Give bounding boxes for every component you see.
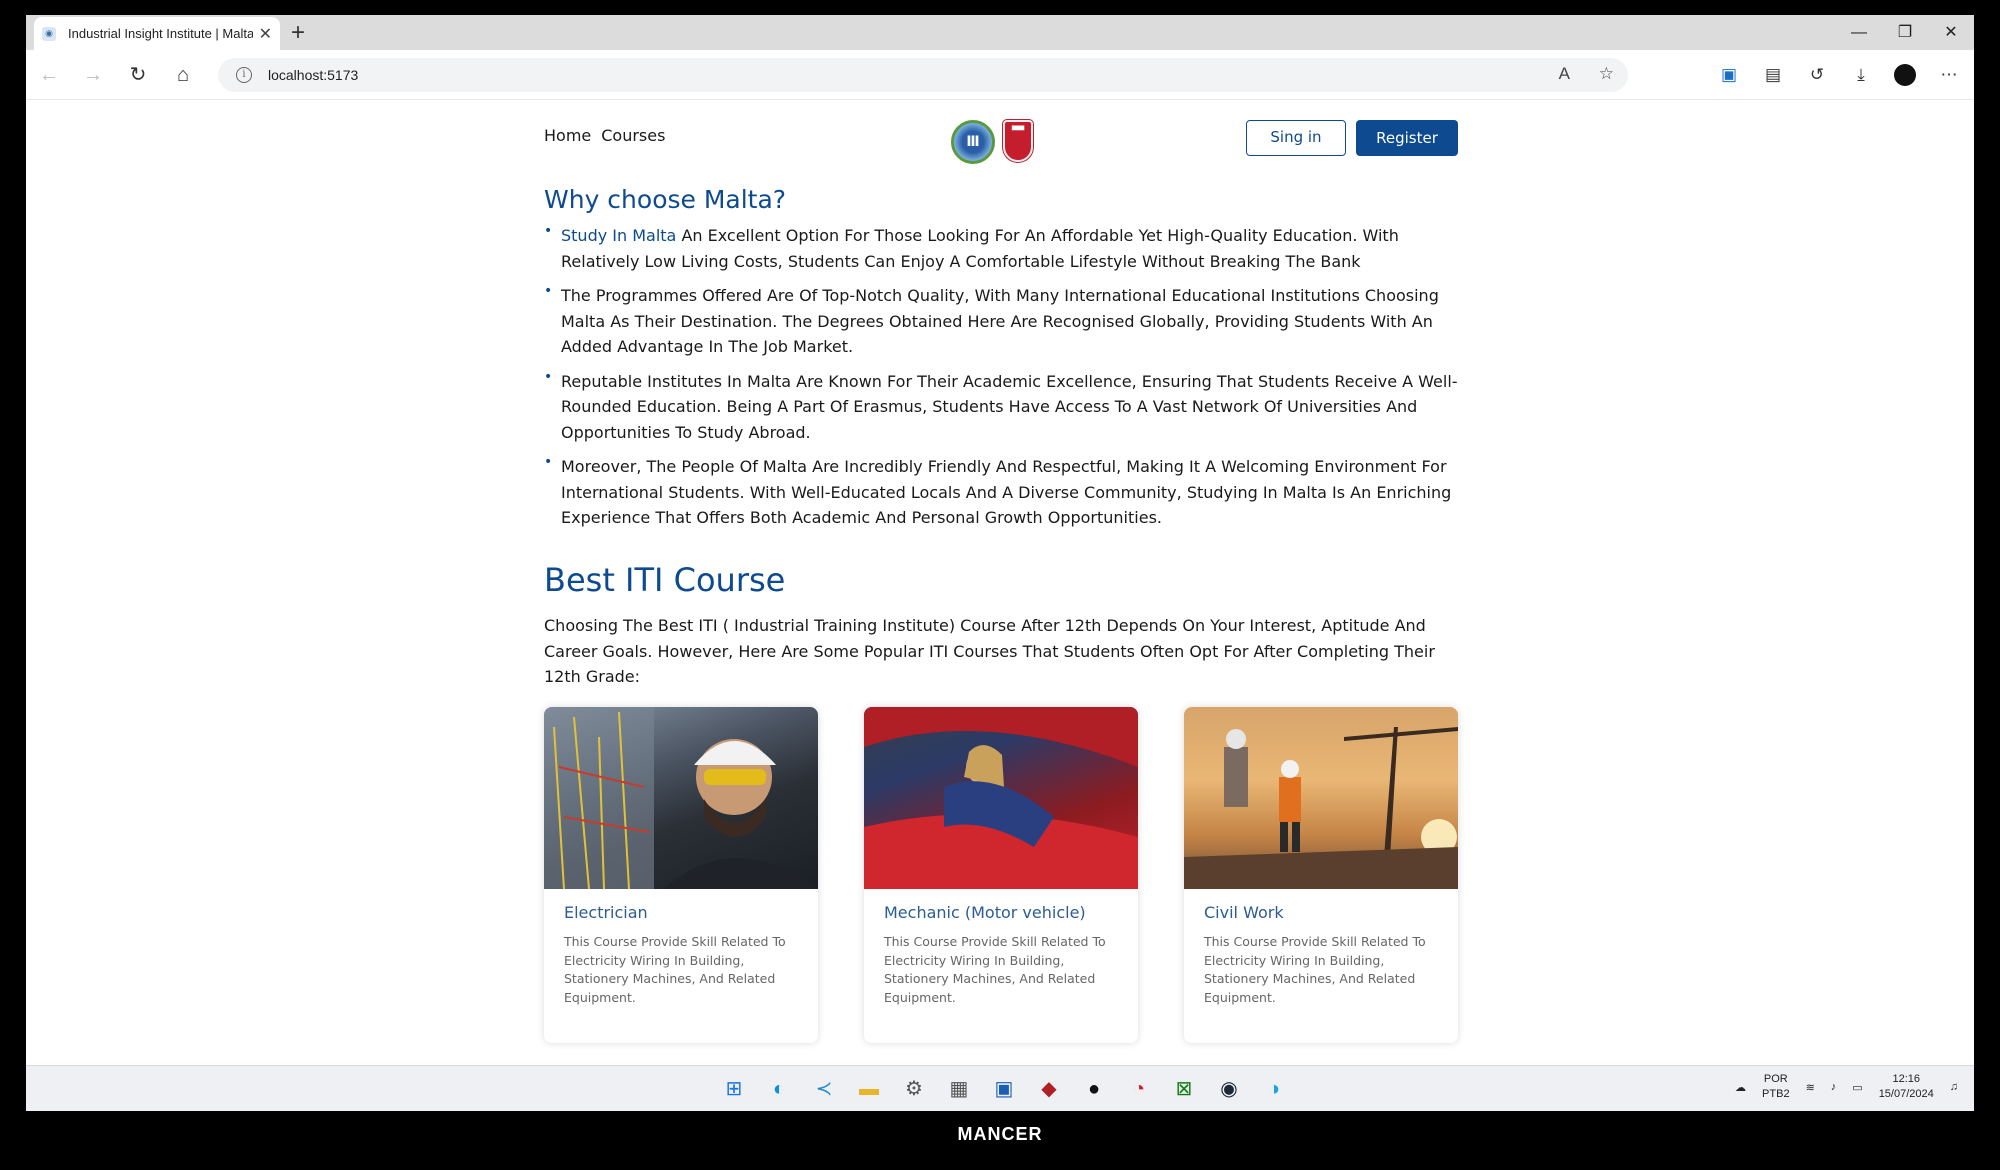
site-info-icon[interactable]: i: [236, 67, 252, 83]
screenshot-icon[interactable]: ▣: [1714, 60, 1744, 90]
electrician-photo: [544, 707, 818, 889]
steam-icon[interactable]: ◉: [1213, 1074, 1245, 1104]
battery-icon[interactable]: ▭: [1852, 1081, 1862, 1094]
web-page: Home Courses Ⅲ ▀▀ Sing in Register Why c…: [26, 101, 1974, 1061]
vscode-icon[interactable]: ≺: [808, 1074, 840, 1104]
keyboard-layout: PTB2: [1762, 1088, 1790, 1100]
browser-toolbar: ← → ↻ ⌂ i localhost:5173 A ☆ ▣ ▤ ↺ ⤓ ⋯: [26, 50, 1974, 100]
list-item-text: An Excellent Option For Those Looking Fo…: [561, 226, 1399, 271]
crest-logo: ▀▀: [1003, 120, 1033, 162]
list-item: Moreover, The People Of Malta Are Incred…: [544, 450, 1458, 531]
favicon-icon: ◉: [42, 26, 56, 41]
institute-logo[interactable]: Ⅲ: [951, 120, 995, 164]
course-cards: Electrician This Course Provide Skill Re…: [544, 707, 1458, 1043]
clock-time: 12:16: [1892, 1073, 1920, 1085]
cloud-icon[interactable]: ☁: [1735, 1081, 1746, 1094]
settings-gear-icon[interactable]: ⚙: [898, 1074, 930, 1104]
toolbar-icons: ▣ ▤ ↺ ⤓ ⋯: [1714, 60, 1964, 90]
new-tab-button[interactable]: +: [284, 19, 312, 47]
window-controls: — ❐ ✕: [1836, 15, 1974, 50]
list-item: Reputable Institutes In Malta Are Known …: [544, 365, 1458, 446]
register-button[interactable]: Register: [1356, 120, 1458, 156]
lang-code: POR: [1763, 1073, 1788, 1085]
wifi-icon[interactable]: ≋: [1806, 1081, 1815, 1094]
why-malta-heading: Why choose Malta?: [544, 185, 787, 214]
os-taskbar: ⊞ ◐ ≺ ▬ ⚙ ▦ ▣ ◆ ● ◔ ⊠ ◉ ◑ ☁ POR PTB2 ≋ ♪…: [26, 1065, 1974, 1111]
card-description: This Course Provide Skill Related To Ele…: [564, 934, 786, 1005]
xbox-icon[interactable]: ⊠: [1168, 1074, 1200, 1104]
card-title[interactable]: Mechanic (Motor vehicle): [884, 903, 1086, 922]
screen: ◉ Industrial Insight Institute | Malta ✕…: [26, 15, 1974, 1111]
card-title[interactable]: Electrician: [564, 903, 648, 922]
list-item: Study In Malta An Excellent Option For T…: [544, 219, 1458, 274]
game-app-icon[interactable]: ◆: [1033, 1074, 1065, 1104]
url-text: localhost:5173: [268, 67, 359, 83]
card-title[interactable]: Civil Work: [1204, 903, 1284, 922]
more-menu-icon[interactable]: ⋯: [1934, 60, 1964, 90]
best-iti-intro: Choosing The Best ITI ( Industrial Train…: [544, 616, 1435, 686]
nav-courses-link[interactable]: Courses: [601, 126, 665, 145]
browser-tab[interactable]: ◉ Industrial Insight Institute | Malta ✕: [34, 17, 280, 50]
back-button[interactable]: ←: [34, 60, 64, 90]
restore-button[interactable]: ❐: [1882, 15, 1928, 50]
calculator-icon[interactable]: ▦: [943, 1074, 975, 1104]
signin-button[interactable]: Sing in: [1246, 120, 1346, 156]
study-in-malta-link[interactable]: Study In Malta: [561, 226, 676, 245]
extension-icon[interactable]: ▤: [1758, 60, 1788, 90]
why-malta-list: Study In Malta An Excellent Option For T…: [544, 219, 1458, 540]
site-logos: Ⅲ ▀▀: [951, 120, 1033, 164]
edge-browser-icon[interactable]: ◐: [763, 1074, 795, 1104]
address-bar[interactable]: i localhost:5173 A ☆: [218, 58, 1628, 92]
course-card-electrician[interactable]: Electrician This Course Provide Skill Re…: [544, 707, 818, 1043]
store-icon[interactable]: ▣: [988, 1074, 1020, 1104]
notification-bell-icon[interactable]: ♫: [1950, 1081, 1958, 1093]
download-icon[interactable]: ⤓: [1846, 60, 1876, 90]
civil-work-illustration: [1184, 727, 1458, 889]
history-icon[interactable]: ↺: [1802, 60, 1832, 90]
github-icon[interactable]: ●: [1078, 1074, 1110, 1104]
forward-button[interactable]: →: [78, 60, 108, 90]
windows-start-icon[interactable]: ⊞: [718, 1074, 750, 1104]
nav-links: Home Courses: [544, 126, 665, 145]
mechanic-photo: [864, 707, 1138, 889]
course-card-mechanic[interactable]: Mechanic (Motor vehicle) This Course Pro…: [864, 707, 1138, 1043]
best-iti-heading: Best ITI Course: [544, 561, 786, 599]
close-tab-icon[interactable]: ✕: [259, 24, 272, 44]
refresh-button[interactable]: ↻: [123, 60, 153, 90]
clock-date: 15/07/2024: [1878, 1088, 1934, 1100]
home-button[interactable]: ⌂: [168, 60, 198, 90]
browser-tabbar: ◉ Industrial Insight Institute | Malta ✕…: [26, 15, 1974, 50]
mechanic-illustration: [864, 707, 1138, 889]
electrician-illustration: [544, 707, 818, 889]
tab-title: Industrial Insight Institute | Malta: [68, 26, 253, 41]
list-item: The Programmes Offered Are Of Top-Notch …: [544, 279, 1458, 360]
read-aloud-icon[interactable]: A: [1559, 64, 1570, 84]
favorite-star-icon[interactable]: ☆: [1599, 64, 1614, 84]
nav-home-link[interactable]: Home: [544, 126, 591, 145]
edge-dev-icon[interactable]: ◑: [1258, 1074, 1290, 1104]
taskbar-apps: ⊞ ◐ ≺ ▬ ⚙ ▦ ▣ ◆ ● ◔ ⊠ ◉ ◑: [718, 1074, 1290, 1104]
site-navbar: Home Courses Ⅲ ▀▀ Sing in Register: [544, 101, 1458, 167]
auth-buttons: Sing in Register: [1246, 120, 1458, 156]
card-description: This Course Provide Skill Related To Ele…: [1204, 934, 1426, 1005]
close-window-button[interactable]: ✕: [1928, 15, 1974, 50]
clock[interactable]: 12:16 15/07/2024: [1879, 1072, 1934, 1102]
civil-work-photo: [1184, 707, 1458, 889]
profile-avatar[interactable]: [1890, 60, 1920, 90]
app-circle-icon[interactable]: ◔: [1123, 1074, 1155, 1104]
minimize-button[interactable]: —: [1836, 15, 1882, 50]
system-tray: ☁ POR PTB2 ≋ ♪ ▭ 12:16 15/07/2024 ♫: [1735, 1072, 1958, 1102]
course-card-civil[interactable]: Civil Work This Course Provide Skill Rel…: [1184, 707, 1458, 1043]
language-indicator[interactable]: POR PTB2: [1762, 1072, 1790, 1102]
file-explorer-icon[interactable]: ▬: [853, 1074, 885, 1104]
mancer-brand: MANCER: [957, 1124, 1043, 1144]
volume-icon[interactable]: ♪: [1831, 1081, 1837, 1093]
card-description: This Course Provide Skill Related To Ele…: [884, 934, 1106, 1005]
